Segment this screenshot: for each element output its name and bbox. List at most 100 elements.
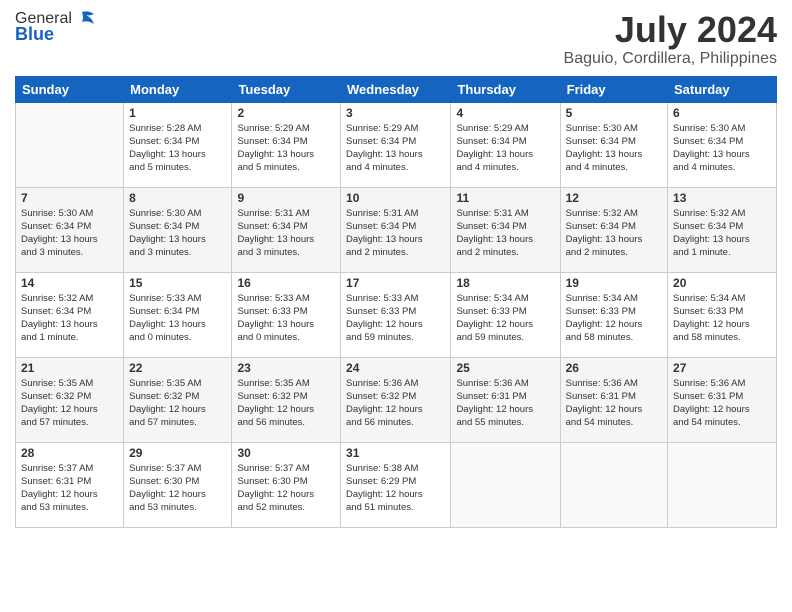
- day-info: Sunrise: 5:30 AM Sunset: 6:34 PM Dayligh…: [129, 207, 226, 260]
- day-number: 23: [237, 361, 335, 375]
- day-info: Sunrise: 5:35 AM Sunset: 6:32 PM Dayligh…: [129, 377, 226, 430]
- day-number: 24: [346, 361, 445, 375]
- table-row: 31 Sunrise: 5:38 AM Sunset: 6:29 PM Dayli…: [341, 442, 451, 527]
- table-row: 20 Sunrise: 5:34 AM Sunset: 6:33 PM Dayli…: [668, 272, 777, 357]
- day-info: Sunrise: 5:33 AM Sunset: 6:33 PM Dayligh…: [237, 292, 335, 345]
- day-info: Sunrise: 5:28 AM Sunset: 6:34 PM Dayligh…: [129, 122, 226, 175]
- table-row: [16, 102, 124, 187]
- day-info: Sunrise: 5:29 AM Sunset: 6:34 PM Dayligh…: [346, 122, 445, 175]
- col-wednesday: Wednesday: [341, 76, 451, 102]
- logo-blue-text: Blue: [15, 24, 54, 45]
- table-row: 10 Sunrise: 5:31 AM Sunset: 6:34 PM Dayli…: [341, 187, 451, 272]
- calendar-week-row: 14 Sunrise: 5:32 AM Sunset: 6:34 PM Dayli…: [16, 272, 777, 357]
- table-row: [668, 442, 777, 527]
- table-row: 25 Sunrise: 5:36 AM Sunset: 6:31 PM Dayli…: [451, 357, 560, 442]
- col-monday: Monday: [124, 76, 232, 102]
- day-info: Sunrise: 5:29 AM Sunset: 6:34 PM Dayligh…: [456, 122, 554, 175]
- table-row: 1 Sunrise: 5:28 AM Sunset: 6:34 PM Daylig…: [124, 102, 232, 187]
- day-number: 2: [237, 106, 335, 120]
- location: Baguio, Cordillera, Philippines: [564, 50, 777, 68]
- day-number: 7: [21, 191, 118, 205]
- day-number: 13: [673, 191, 771, 205]
- day-info: Sunrise: 5:31 AM Sunset: 6:34 PM Dayligh…: [346, 207, 445, 260]
- table-row: 28Sunrise: 5:37 AM Sunset: 6:31 PM Dayli…: [16, 442, 124, 527]
- table-row: 24 Sunrise: 5:36 AM Sunset: 6:32 PM Dayli…: [341, 357, 451, 442]
- day-info: Sunrise: 5:38 AM Sunset: 6:29 PM Dayligh…: [346, 462, 445, 515]
- table-row: 22Sunrise: 5:35 AM Sunset: 6:32 PM Dayli…: [124, 357, 232, 442]
- day-info: Sunrise: 5:32 AM Sunset: 6:34 PM Dayligh…: [673, 207, 771, 260]
- day-info: Sunrise: 5:36 AM Sunset: 6:32 PM Dayligh…: [346, 377, 445, 430]
- day-number: 17: [346, 276, 445, 290]
- day-number: 26: [566, 361, 662, 375]
- calendar-week-row: 21 Sunrise: 5:35 AM Sunset: 6:32 PM Dayli…: [16, 357, 777, 442]
- table-row: 14 Sunrise: 5:32 AM Sunset: 6:34 PM Dayli…: [16, 272, 124, 357]
- day-number: 6: [673, 106, 771, 120]
- day-number: 25: [456, 361, 554, 375]
- col-friday: Friday: [560, 76, 667, 102]
- col-sunday: Sunday: [16, 76, 124, 102]
- day-number: 28: [21, 446, 118, 460]
- table-row: 9 Sunrise: 5:31 AM Sunset: 6:34 PM Daylig…: [232, 187, 341, 272]
- table-row: 29Sunrise: 5:37 AM Sunset: 6:30 PM Dayli…: [124, 442, 232, 527]
- day-number: 10: [346, 191, 445, 205]
- day-number: 3: [346, 106, 445, 120]
- col-saturday: Saturday: [668, 76, 777, 102]
- day-number: 16: [237, 276, 335, 290]
- calendar-table: Sunday Monday Tuesday Wednesday Thursday…: [15, 76, 777, 528]
- table-row: 3 Sunrise: 5:29 AM Sunset: 6:34 PM Daylig…: [341, 102, 451, 187]
- day-info: Sunrise: 5:34 AM Sunset: 6:33 PM Dayligh…: [673, 292, 771, 345]
- table-row: 17 Sunrise: 5:33 AM Sunset: 6:33 PM Dayli…: [341, 272, 451, 357]
- table-row: 21 Sunrise: 5:35 AM Sunset: 6:32 PM Dayli…: [16, 357, 124, 442]
- table-row: 11 Sunrise: 5:31 AM Sunset: 6:34 PM Dayli…: [451, 187, 560, 272]
- day-info: Sunrise: 5:33 AM Sunset: 6:33 PM Dayligh…: [346, 292, 445, 345]
- table-row: 2 Sunrise: 5:29 AM Sunset: 6:34 PM Daylig…: [232, 102, 341, 187]
- day-number: 1: [129, 106, 226, 120]
- day-info: Sunrise: 5:29 AM Sunset: 6:34 PM Dayligh…: [237, 122, 335, 175]
- table-row: 12Sunrise: 5:32 AM Sunset: 6:34 PM Dayli…: [560, 187, 667, 272]
- table-row: 4Sunrise: 5:29 AM Sunset: 6:34 PM Daylig…: [451, 102, 560, 187]
- logo: General Blue: [15, 10, 96, 45]
- table-row: [560, 442, 667, 527]
- day-info: Sunrise: 5:32 AM Sunset: 6:34 PM Dayligh…: [21, 292, 118, 345]
- calendar-week-row: 28Sunrise: 5:37 AM Sunset: 6:31 PM Dayli…: [16, 442, 777, 527]
- day-number: 31: [346, 446, 445, 460]
- table-row: 5 Sunrise: 5:30 AM Sunset: 6:34 PM Daylig…: [560, 102, 667, 187]
- header: General Blue July 2024 Baguio, Cordiller…: [15, 10, 777, 68]
- day-number: 12: [566, 191, 662, 205]
- day-info: Sunrise: 5:34 AM Sunset: 6:33 PM Dayligh…: [456, 292, 554, 345]
- day-info: Sunrise: 5:34 AM Sunset: 6:33 PM Dayligh…: [566, 292, 662, 345]
- day-number: 30: [237, 446, 335, 460]
- title-section: July 2024 Baguio, Cordillera, Philippine…: [564, 10, 777, 68]
- day-info: Sunrise: 5:31 AM Sunset: 6:34 PM Dayligh…: [237, 207, 335, 260]
- day-info: Sunrise: 5:31 AM Sunset: 6:34 PM Dayligh…: [456, 207, 554, 260]
- day-info: Sunrise: 5:36 AM Sunset: 6:31 PM Dayligh…: [456, 377, 554, 430]
- table-row: 27Sunrise: 5:36 AM Sunset: 6:31 PM Dayli…: [668, 357, 777, 442]
- day-number: 21: [21, 361, 118, 375]
- col-thursday: Thursday: [451, 76, 560, 102]
- day-number: 5: [566, 106, 662, 120]
- day-info: Sunrise: 5:35 AM Sunset: 6:32 PM Dayligh…: [237, 377, 335, 430]
- day-info: Sunrise: 5:30 AM Sunset: 6:34 PM Dayligh…: [566, 122, 662, 175]
- table-row: [451, 442, 560, 527]
- day-number: 11: [456, 191, 554, 205]
- day-info: Sunrise: 5:37 AM Sunset: 6:30 PM Dayligh…: [129, 462, 226, 515]
- table-row: 18Sunrise: 5:34 AM Sunset: 6:33 PM Dayli…: [451, 272, 560, 357]
- page-container: General Blue July 2024 Baguio, Cordiller…: [0, 0, 792, 538]
- calendar-week-row: 1 Sunrise: 5:28 AM Sunset: 6:34 PM Daylig…: [16, 102, 777, 187]
- calendar-header-row: Sunday Monday Tuesday Wednesday Thursday…: [16, 76, 777, 102]
- col-tuesday: Tuesday: [232, 76, 341, 102]
- table-row: 23 Sunrise: 5:35 AM Sunset: 6:32 PM Dayli…: [232, 357, 341, 442]
- day-number: 20: [673, 276, 771, 290]
- logo-bird-icon: [74, 10, 96, 28]
- day-number: 15: [129, 276, 226, 290]
- day-number: 8: [129, 191, 226, 205]
- day-info: Sunrise: 5:36 AM Sunset: 6:31 PM Dayligh…: [673, 377, 771, 430]
- table-row: 19Sunrise: 5:34 AM Sunset: 6:33 PM Dayli…: [560, 272, 667, 357]
- day-info: Sunrise: 5:33 AM Sunset: 6:34 PM Dayligh…: [129, 292, 226, 345]
- day-number: 9: [237, 191, 335, 205]
- day-info: Sunrise: 5:37 AM Sunset: 6:30 PM Dayligh…: [237, 462, 335, 515]
- day-info: Sunrise: 5:35 AM Sunset: 6:32 PM Dayligh…: [21, 377, 118, 430]
- calendar-week-row: 7 Sunrise: 5:30 AM Sunset: 6:34 PM Daylig…: [16, 187, 777, 272]
- day-number: 14: [21, 276, 118, 290]
- month-title: July 2024: [564, 10, 777, 50]
